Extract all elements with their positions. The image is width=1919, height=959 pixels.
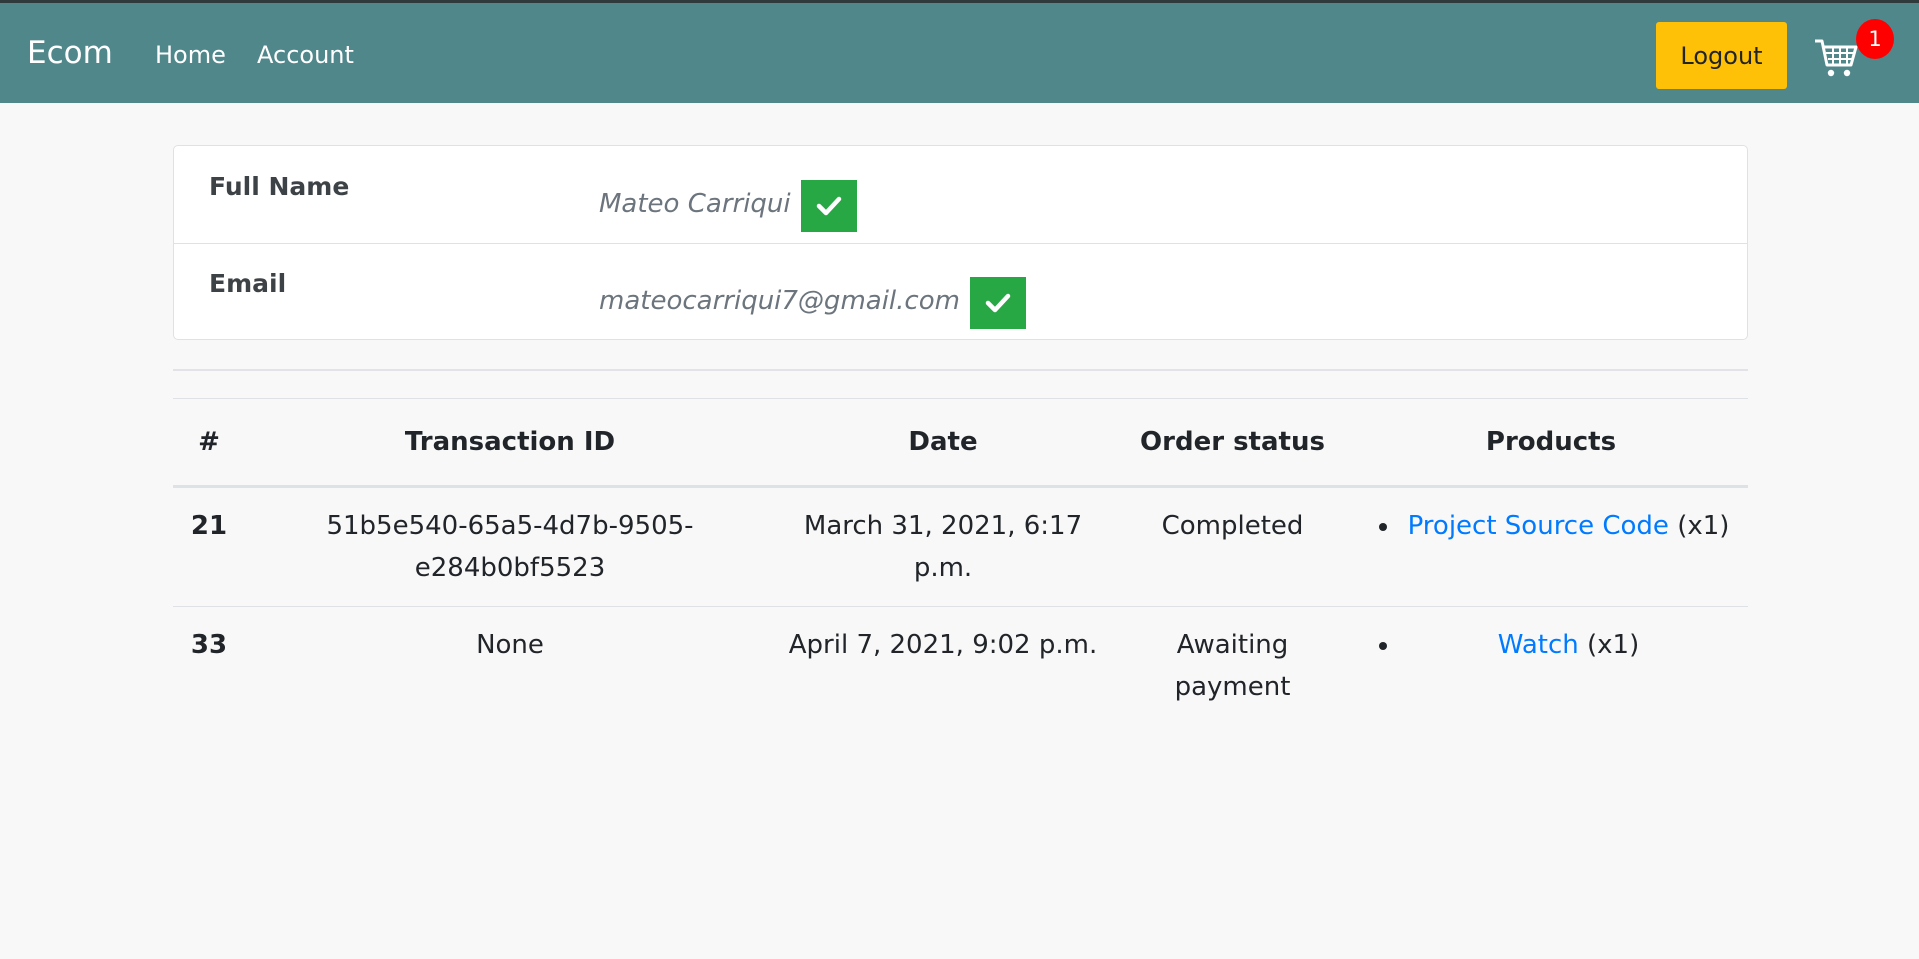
order-status: Completed xyxy=(1111,486,1354,607)
order-products: Watch (x1) xyxy=(1354,607,1748,726)
email-value: mateocarriqui7@gmail.com xyxy=(599,286,960,316)
products-list: Watch (x1) xyxy=(1366,624,1736,666)
product-link[interactable]: Watch xyxy=(1498,630,1579,660)
email-row: Email mateocarriqui7@gmail.com xyxy=(174,243,1747,340)
order-date: March 31, 2021, 6:17 p.m. xyxy=(775,486,1111,607)
product-link[interactable]: Project Source Code xyxy=(1408,511,1669,541)
column-header-products: Products xyxy=(1354,398,1748,488)
verified-badge xyxy=(800,180,857,232)
column-header-date: Date xyxy=(775,398,1111,488)
brand-logo[interactable]: Ecom xyxy=(27,35,113,71)
product-quantity: (x1) xyxy=(1677,511,1730,541)
products-list: Project Source Code (x1) xyxy=(1366,505,1736,547)
column-header-number: # xyxy=(173,398,245,488)
table-header-row: # Transaction ID Date Order status Produ… xyxy=(173,398,1748,488)
full-name-label: Full Name xyxy=(209,172,350,201)
account-info-card: Full Name Mateo Carriqui Email mateocarr… xyxy=(173,145,1748,340)
list-item: Project Source Code (x1) xyxy=(1401,505,1736,547)
logout-button[interactable]: Logout xyxy=(1656,22,1787,89)
orders-table: # Transaction ID Date Order status Produ… xyxy=(173,398,1748,725)
order-number: 33 xyxy=(190,630,228,660)
transaction-id: 51b5e540-65a5-4d7b-9505-e284b0bf5523 xyxy=(245,486,775,607)
order-status: Awaiting payment xyxy=(1174,630,1291,702)
full-name-value: Mateo Carriqui xyxy=(599,189,791,219)
section-divider xyxy=(173,369,1748,371)
nav-link-home[interactable]: Home xyxy=(155,41,226,69)
navbar: Ecom Home Account Logout 1 xyxy=(0,0,1919,103)
product-quantity: (x1) xyxy=(1587,630,1640,660)
cart-button[interactable]: 1 xyxy=(1811,19,1894,81)
check-icon xyxy=(985,293,1011,313)
list-item: Watch (x1) xyxy=(1401,624,1736,666)
order-products: Project Source Code (x1) xyxy=(1354,486,1748,607)
column-header-order-status: Order status xyxy=(1111,398,1354,488)
nav-link-account[interactable]: Account xyxy=(257,41,354,69)
check-icon xyxy=(816,196,841,216)
order-number: 21 xyxy=(173,486,245,607)
column-header-transaction-id: Transaction ID xyxy=(245,398,775,488)
full-name-field: Mateo Carriqui xyxy=(599,176,857,232)
transaction-id: None xyxy=(476,630,544,660)
verified-badge xyxy=(969,277,1026,329)
table-row: 21 51b5e540-65a5-4d7b-9505-e284b0bf5523 … xyxy=(173,486,1748,607)
email-label: Email xyxy=(209,269,287,298)
table-row: 33 None April 7, 2021, 9:02 p.m. Awaitin… xyxy=(173,607,1748,726)
email-field: mateocarriqui7@gmail.com xyxy=(599,273,1026,329)
cart-count-badge: 1 xyxy=(1856,19,1894,59)
shopping-cart-icon xyxy=(1815,39,1858,77)
full-name-row: Full Name Mateo Carriqui xyxy=(174,146,1747,244)
order-date: April 7, 2021, 9:02 p.m. xyxy=(788,630,1098,660)
